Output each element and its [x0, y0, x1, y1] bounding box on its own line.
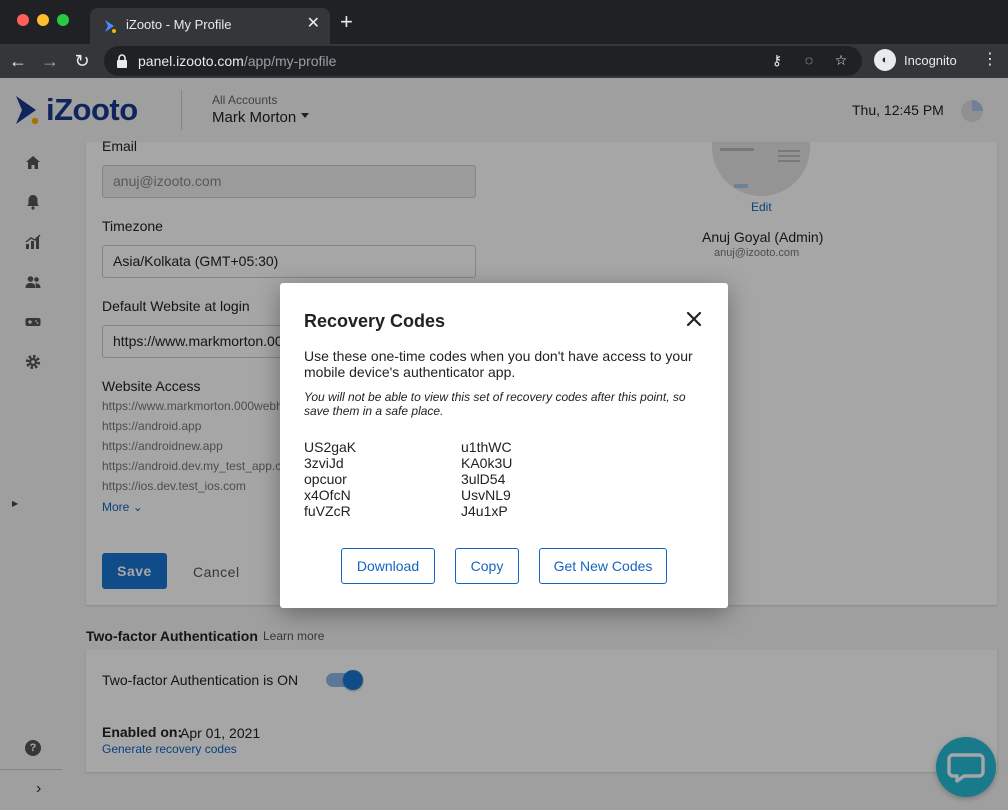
recovery-code: x4OfcN — [304, 487, 351, 503]
tab-title: iZooto - My Profile — [126, 17, 232, 32]
browser-toolbar: ← → ↻ panel.izooto.com/app/my-profile ⚷ … — [0, 44, 1008, 78]
modal-description: Use these one-time codes when you don't … — [304, 348, 693, 380]
recovery-codes-modal: Recovery Codes Use these one-time codes … — [280, 283, 728, 608]
browser-menu-icon[interactable]: ⋮ — [982, 49, 998, 69]
incognito-icon: ◐ — [874, 49, 896, 71]
browser-tab-bar: iZooto - My Profile ✕ + — [0, 0, 1008, 44]
browser-tab[interactable]: iZooto - My Profile ✕ — [90, 8, 330, 44]
recovery-code: 3ulD54 — [461, 471, 506, 487]
reload-icon[interactable]: ↻ — [70, 49, 94, 73]
window-close-button[interactable] — [17, 14, 29, 26]
modal-title: Recovery Codes — [304, 311, 446, 331]
recovery-code: UsvNL9 — [461, 487, 511, 503]
tab-close-icon[interactable]: ✕ — [307, 15, 320, 33]
codes-column-right: u1thWC KA0k3U 3ulD54 UsvNL9 J4u1xP — [461, 439, 512, 519]
forward-arrow-icon[interactable]: → — [38, 49, 62, 73]
new-tab-icon[interactable]: + — [340, 10, 353, 34]
recovery-code: US2gaK — [304, 439, 357, 455]
recovery-code: J4u1xP — [461, 503, 508, 519]
incognito-label: Incognito — [904, 52, 957, 68]
download-button[interactable]: Download — [341, 548, 435, 584]
address-bar[interactable]: panel.izooto.com/app/my-profile ⚷ ◌ ☆ — [104, 46, 862, 76]
window-minimize-button[interactable] — [37, 14, 49, 26]
recovery-code: 3zviJd — [304, 455, 344, 471]
recovery-code: fuVZcR — [304, 503, 351, 519]
key-icon[interactable]: ⚷ — [768, 52, 786, 69]
codes-column-left: US2gaK 3zviJd opcuor x4OfcN fuVZcR — [304, 439, 356, 519]
eye-off-icon[interactable]: ◌ — [800, 52, 818, 69]
izooto-favicon-icon — [105, 20, 116, 33]
star-icon[interactable]: ☆ — [832, 52, 850, 69]
incognito-indicator[interactable]: ◐ Incognito — [874, 49, 957, 71]
lock-icon — [117, 54, 127, 68]
recovery-code: u1thWC — [461, 439, 512, 455]
get-new-codes-button[interactable]: Get New Codes — [539, 548, 667, 584]
modal-note: You will not be able to view this set of… — [304, 390, 686, 418]
recovery-code: opcuor — [304, 471, 347, 487]
recovery-code: KA0k3U — [461, 455, 513, 471]
back-arrow-icon[interactable]: ← — [6, 49, 30, 73]
window-zoom-button[interactable] — [57, 14, 69, 26]
copy-button[interactable]: Copy — [455, 548, 519, 584]
url-text: panel.izooto.com/app/my-profile — [138, 53, 337, 69]
close-icon[interactable] — [685, 310, 703, 328]
